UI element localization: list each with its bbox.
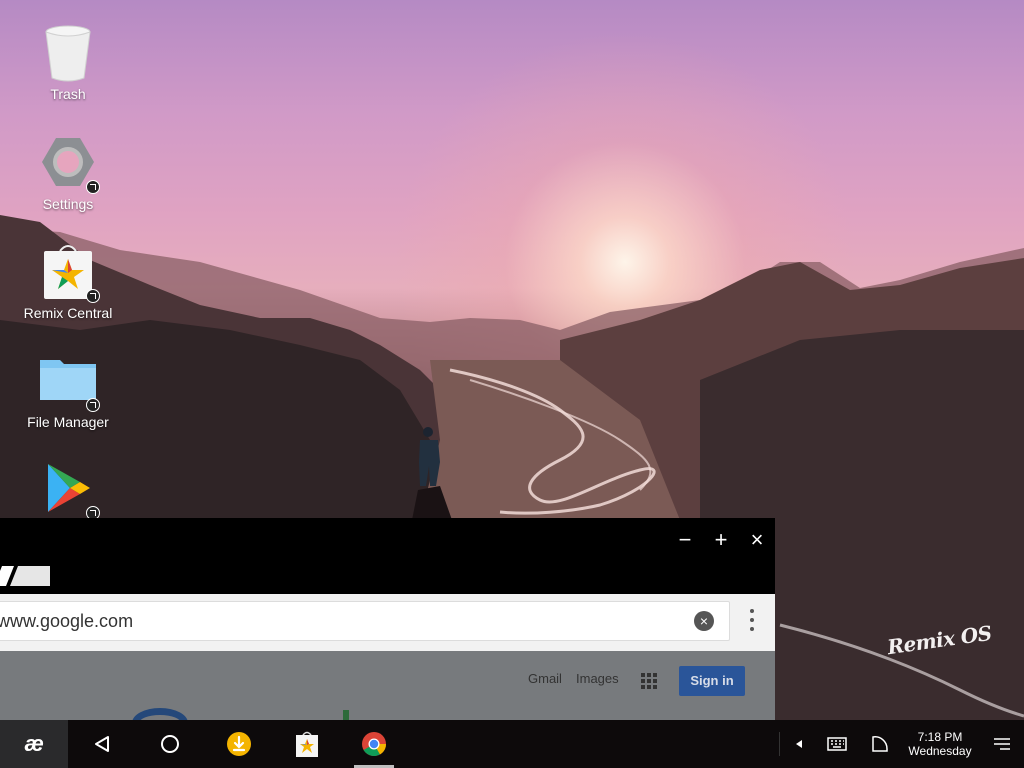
shortcut-badge-icon xyxy=(86,180,100,194)
desktop-icon-play-store[interactable] xyxy=(14,460,122,520)
desktop-icon-settings[interactable]: Settings xyxy=(14,134,122,212)
images-link[interactable]: Images xyxy=(576,671,619,686)
desktop-icon-label: Trash xyxy=(50,86,86,102)
remix-central-app[interactable] xyxy=(285,720,329,768)
apps-grid-icon[interactable] xyxy=(641,673,657,689)
web-page-content: Gmail Images Sign in xyxy=(0,651,775,720)
address-bar[interactable]: www.google.com × xyxy=(0,601,730,641)
browser-window: − + × www.google.com × Gmail Images Sign… xyxy=(0,518,775,720)
clear-address-icon[interactable]: × xyxy=(694,611,714,631)
start-menu-button[interactable]: æ xyxy=(0,720,68,768)
keyboard-icon xyxy=(827,737,847,751)
settings-icon xyxy=(40,134,100,194)
browser-tab[interactable] xyxy=(0,566,50,586)
chrome-icon xyxy=(362,732,386,757)
downloads-app[interactable] xyxy=(217,720,261,768)
desktop-icon-label: Settings xyxy=(42,196,94,212)
back-icon xyxy=(95,736,109,752)
maximize-button[interactable]: + xyxy=(706,526,736,554)
browser-toolbar: www.google.com × xyxy=(0,594,775,651)
notifications-icon xyxy=(994,738,1010,750)
downloads-icon xyxy=(227,732,251,756)
window-titlebar[interactable]: − + × xyxy=(0,518,775,594)
gmail-link[interactable]: Gmail xyxy=(528,671,562,686)
signal-icon xyxy=(872,736,888,752)
desktop-icon-label: File Manager xyxy=(27,414,109,430)
desktop-icon-remix-central[interactable]: Remix Central xyxy=(14,243,122,321)
shortcut-badge-icon xyxy=(86,289,100,303)
signal-button[interactable] xyxy=(858,720,902,768)
home-icon xyxy=(161,735,179,753)
chrome-app[interactable] xyxy=(352,720,396,768)
remix-central-icon xyxy=(40,243,100,303)
desktop-icon-trash[interactable]: Trash xyxy=(14,24,122,102)
folder-icon xyxy=(40,352,100,412)
clock-time: 7:18 PM xyxy=(917,730,963,744)
google-logo-partial xyxy=(132,708,188,720)
minimize-button[interactable]: − xyxy=(670,526,700,554)
desktop-icon-label: Remix Central xyxy=(23,305,113,321)
tray-divider xyxy=(779,732,780,756)
notifications-button[interactable] xyxy=(980,720,1024,768)
desktop-icon-file-manager[interactable]: File Manager xyxy=(14,352,122,430)
system-clock[interactable]: 7:18 PM Wednesday xyxy=(900,730,980,758)
google-logo-partial-letter xyxy=(343,710,349,720)
trash-icon xyxy=(40,24,96,82)
keyboard-button[interactable] xyxy=(815,720,859,768)
play-store-icon xyxy=(40,460,100,520)
expand-tray-button[interactable] xyxy=(787,720,811,768)
shortcut-badge-icon xyxy=(86,398,100,412)
close-window-button[interactable]: × xyxy=(742,526,772,554)
back-button[interactable] xyxy=(80,720,124,768)
sign-in-button[interactable]: Sign in xyxy=(679,666,745,696)
expand-tray-icon xyxy=(796,740,802,748)
browser-menu-icon[interactable] xyxy=(740,604,764,638)
home-button[interactable] xyxy=(148,720,192,768)
taskbar: æ 7:18 PM Wednesday xyxy=(0,720,1024,768)
url-text[interactable]: www.google.com xyxy=(0,611,133,632)
clock-day: Wednesday xyxy=(908,744,972,758)
remix-central-icon xyxy=(296,731,318,757)
